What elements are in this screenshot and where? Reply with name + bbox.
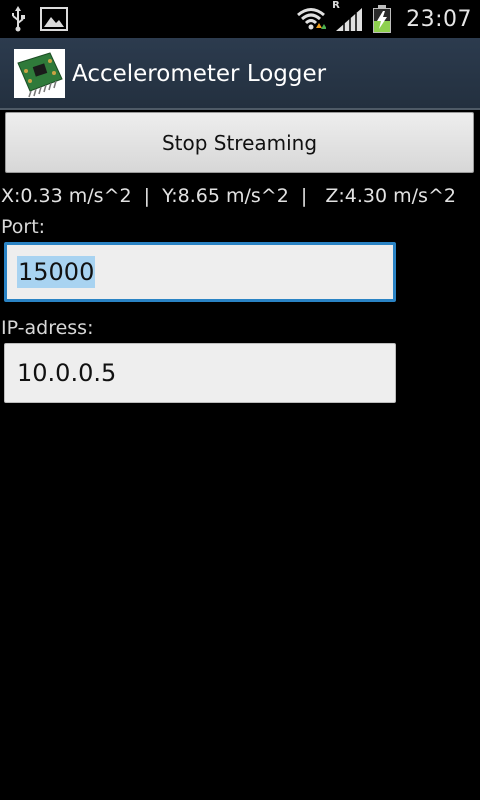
screen: R 23:07 Accelerometer Logger Stop Stream…	[0, 0, 480, 800]
status-bar: R 23:07	[0, 0, 480, 38]
app-title: Accelerometer Logger	[72, 61, 327, 87]
image-icon	[40, 7, 68, 31]
usb-icon	[10, 6, 26, 32]
ip-address-input[interactable]: 10.0.0.5	[4, 343, 396, 403]
ip-address-value: 10.0.0.5	[17, 359, 117, 387]
accelerometer-readout: X:0.33 m/s^2 | Y:8.65 m/s^2 | Z:4.30 m/s…	[1, 185, 456, 207]
port-value: 15000	[17, 256, 96, 288]
circuit-board-icon	[14, 49, 65, 98]
action-bar: Accelerometer Logger	[0, 38, 480, 110]
status-time: 23:07	[406, 6, 472, 32]
port-label: Port:	[1, 216, 46, 238]
wifi-icon	[296, 6, 327, 32]
battery-charging-icon	[372, 5, 392, 33]
roaming-indicator: R	[332, 0, 340, 11]
status-right-icons: R 23:07	[296, 0, 472, 34]
status-left-icons	[10, 4, 68, 34]
port-input[interactable]: 15000	[4, 242, 396, 302]
port-value-selection: 15000	[17, 256, 96, 288]
ip-address-label: IP-adress:	[1, 317, 94, 339]
stop-streaming-button[interactable]: Stop Streaming	[5, 112, 474, 173]
roaming-signal-icon: R	[332, 0, 364, 32]
